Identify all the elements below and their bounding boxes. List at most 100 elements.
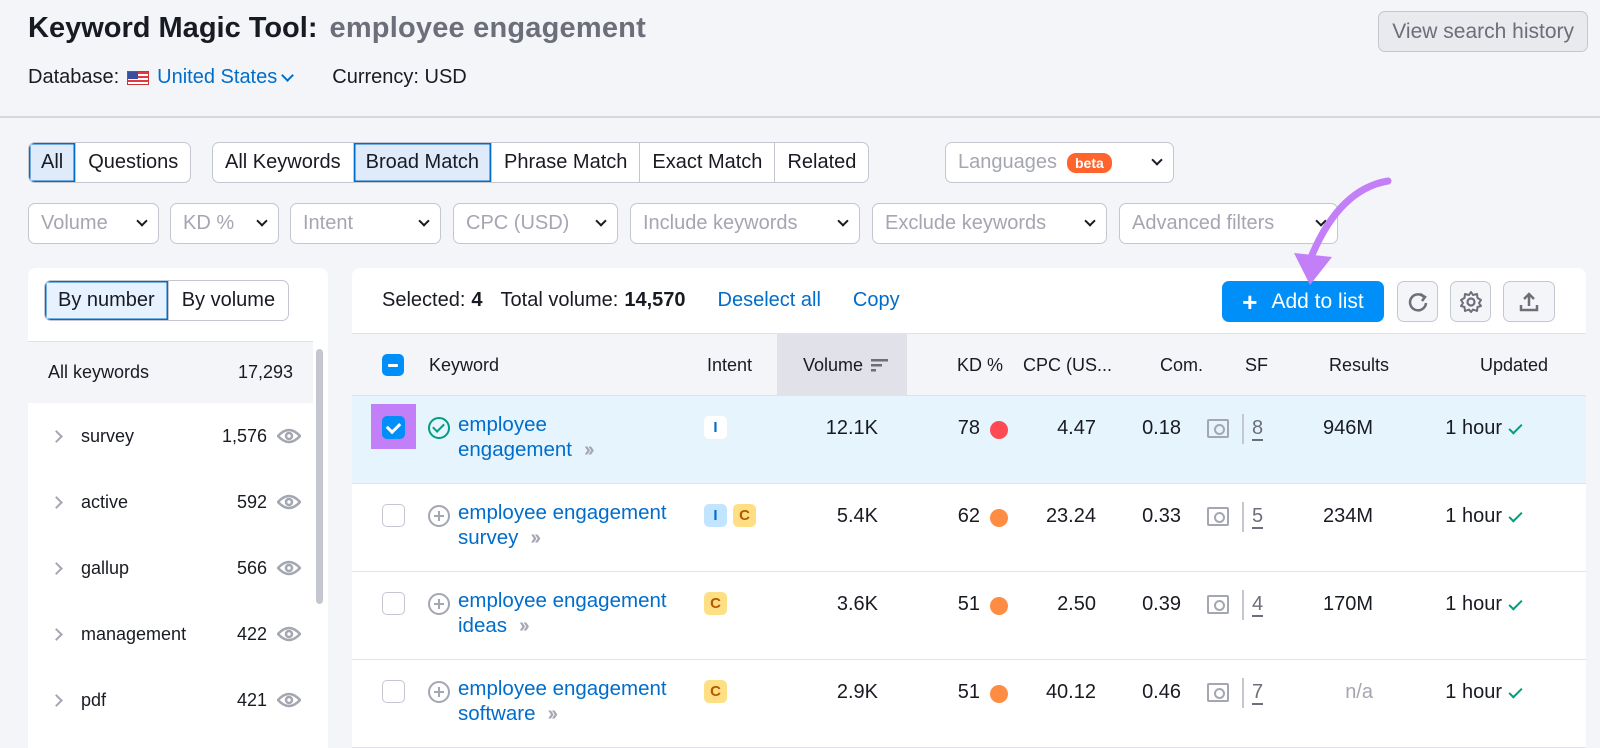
chevron-right-icon[interactable] (50, 693, 63, 707)
row-checkbox[interactable] (382, 504, 405, 527)
sort-descending-icon (871, 359, 889, 372)
added-check-circle-icon[interactable] (428, 417, 450, 439)
group-item[interactable]: gallup 566 (28, 535, 313, 601)
chevron-right-icon[interactable] (50, 627, 63, 641)
column-intent[interactable]: Intent (707, 334, 752, 396)
keyword-link[interactable]: employee engagement ›› (458, 412, 698, 462)
keywords-table-panel: Selected: 4 Total volume: 14,570 Deselec… (352, 268, 1586, 748)
column-updated[interactable]: Updated (1480, 334, 1548, 396)
chevron-right-icon[interactable] (50, 429, 63, 443)
column-cpc[interactable]: CPC (US... (1023, 334, 1112, 396)
table-header: Keyword Intent Volume KD % CPC (US... Co… (352, 334, 1586, 396)
tab-broad-match[interactable]: Broad Match (353, 143, 492, 182)
column-results[interactable]: Results (1329, 334, 1389, 396)
tab-exact-match[interactable]: Exact Match (640, 143, 776, 182)
keyword-link[interactable]: employee engagement ideas ›› (458, 588, 698, 638)
chevron-down-icon (256, 215, 268, 227)
keyword-link[interactable]: employee engagement software ›› (458, 676, 698, 726)
double-chevron-icon[interactable]: ›› (530, 526, 541, 549)
group-item[interactable]: survey 1,576 (28, 403, 313, 469)
sf-count[interactable]: 7 (1252, 681, 1264, 705)
tab-related[interactable]: Related (775, 143, 868, 182)
exclude-keywords-filter[interactable]: Exclude keywords (872, 203, 1107, 244)
column-volume[interactable]: Volume (777, 334, 907, 396)
include-keywords-filter[interactable]: Include keywords (630, 203, 860, 244)
sf-count[interactable]: 5 (1252, 505, 1264, 529)
kd-filter[interactable]: KD % (170, 203, 279, 244)
sf-divider (1242, 502, 1244, 532)
group-item[interactable]: active 592 (28, 469, 313, 535)
column-com[interactable]: Com. (1160, 334, 1203, 396)
serp-features-icon[interactable] (1207, 507, 1229, 526)
group-count: 421 (236, 689, 267, 710)
column-keyword[interactable]: Keyword (429, 334, 499, 396)
cpc-filter[interactable]: CPC (USD) (453, 203, 618, 244)
scrollbar-thumb[interactable] (316, 349, 323, 604)
volume-value: 3.6K (836, 593, 878, 615)
tab-questions[interactable]: Questions (76, 143, 190, 182)
eye-icon[interactable] (277, 626, 301, 642)
row-checkbox[interactable] (382, 416, 405, 439)
keyword-link[interactable]: employee engagement survey ›› (458, 500, 698, 550)
group-list: survey 1,576 active 592 gallup 566 manag… (28, 403, 313, 733)
sf-count[interactable]: 4 (1252, 593, 1264, 617)
export-button[interactable] (1503, 281, 1555, 322)
add-to-list-button[interactable]: + Add to list (1222, 281, 1384, 322)
chevron-down-icon (1151, 154, 1163, 166)
eye-icon[interactable] (277, 692, 301, 708)
kd-value: 51 (957, 681, 980, 703)
groups-scrollbar[interactable] (313, 341, 328, 748)
intent-badge-i: I (704, 504, 727, 527)
view-search-history-button[interactable]: View search history (1378, 11, 1588, 52)
serp-features-icon[interactable] (1207, 683, 1229, 702)
settings-button[interactable] (1450, 281, 1491, 322)
table-row[interactable]: employee engagement software ›› C 2.9K 51… (352, 660, 1586, 748)
volume-value: 5.4K (836, 505, 878, 527)
us-flag-icon (127, 70, 150, 85)
eye-icon[interactable] (277, 494, 301, 510)
intent-filter[interactable]: Intent (290, 203, 441, 244)
eye-icon[interactable] (277, 428, 301, 444)
advanced-filters[interactable]: Advanced filters (1119, 203, 1338, 244)
table-row[interactable]: employee engagement ›› I 12.1K 78 4.47 0.… (352, 396, 1586, 484)
add-plus-circle-icon[interactable] (428, 681, 450, 703)
serp-features-icon[interactable] (1207, 419, 1229, 438)
database-selector[interactable]: United States (157, 66, 295, 89)
group-item[interactable]: management 422 (28, 601, 313, 667)
table-row[interactable]: employee engagement survey ›› IC 5.4K 62 … (352, 484, 1586, 572)
copy-link[interactable]: Copy (853, 289, 900, 312)
double-chevron-icon[interactable]: ›› (547, 702, 558, 725)
eye-icon[interactable] (277, 560, 301, 576)
all-keywords-item[interactable]: All keywords 17,293 (28, 341, 313, 403)
volume-filter[interactable]: Volume (28, 203, 159, 244)
by-volume-button[interactable]: By volume (167, 281, 288, 320)
double-chevron-icon[interactable]: ›› (519, 614, 530, 637)
serp-features-icon[interactable] (1207, 595, 1229, 614)
kd-difficulty-dot (990, 685, 1008, 703)
by-number-button[interactable]: By number (45, 281, 168, 320)
column-sf[interactable]: SF (1245, 334, 1268, 396)
languages-dropdown[interactable]: Languages beta (945, 142, 1174, 183)
table-row[interactable]: employee engagement ideas ›› C 3.6K 51 2.… (352, 572, 1586, 660)
chevron-down-icon (1315, 215, 1327, 227)
deselect-all-link[interactable]: Deselect all (718, 289, 821, 312)
row-checkbox[interactable] (382, 680, 405, 703)
chevron-right-icon[interactable] (50, 561, 63, 575)
page-title: Keyword Magic Tool: (28, 12, 318, 44)
sf-divider (1242, 590, 1244, 620)
chevron-right-icon[interactable] (50, 495, 63, 509)
column-kd[interactable]: KD % (957, 334, 1003, 396)
column-volume-label: Volume (803, 354, 864, 375)
page-header: Keyword Magic Tool: employee engagement … (0, 0, 1600, 118)
double-chevron-icon[interactable]: ›› (584, 438, 595, 461)
add-plus-circle-icon[interactable] (428, 593, 450, 615)
tab-all-keywords[interactable]: All Keywords (213, 143, 354, 182)
select-all-checkbox[interactable] (382, 334, 404, 396)
sf-count[interactable]: 8 (1252, 417, 1264, 441)
tab-all[interactable]: All (29, 143, 77, 182)
group-item[interactable]: pdf 421 (28, 667, 313, 733)
refresh-button[interactable] (1397, 281, 1438, 322)
add-plus-circle-icon[interactable] (428, 505, 450, 527)
tab-phrase-match[interactable]: Phrase Match (492, 143, 641, 182)
row-checkbox[interactable] (382, 592, 405, 615)
